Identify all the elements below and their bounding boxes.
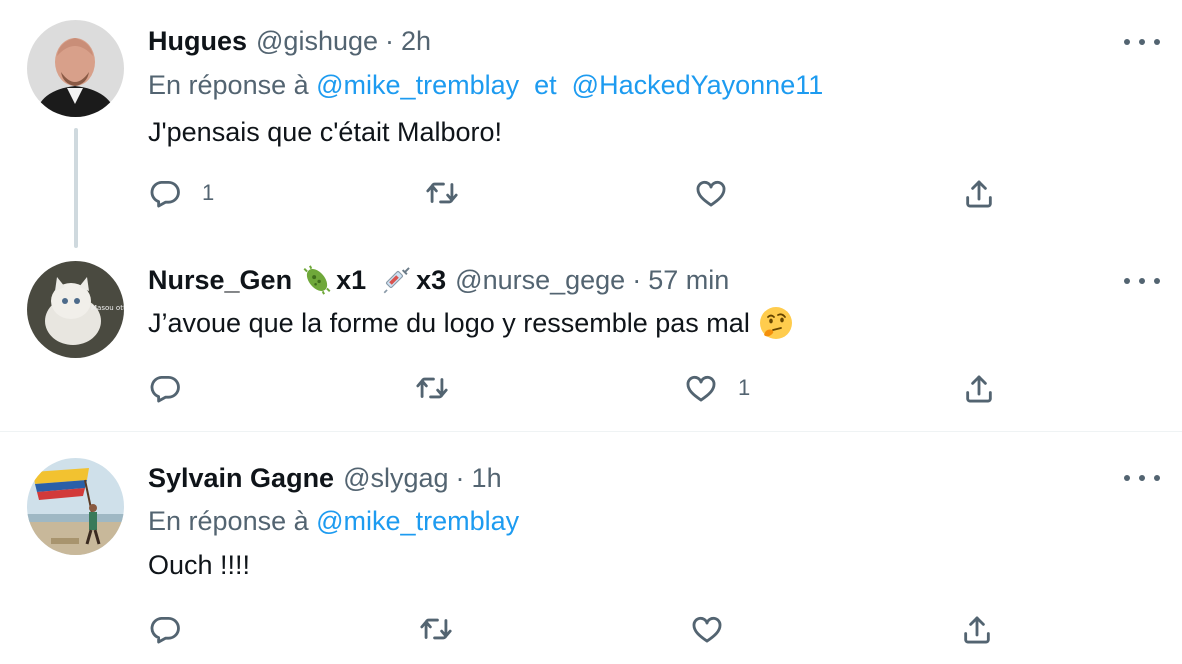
user-handle[interactable]: @gishuge <box>256 24 378 58</box>
syringe-icon <box>383 267 410 294</box>
mention-link[interactable]: @HackedYayonne11 <box>572 70 824 100</box>
more-options-button[interactable] <box>1124 468 1160 488</box>
retweet-icon <box>419 612 453 646</box>
microbe-badge: x1 <box>300 263 366 297</box>
reply-button[interactable] <box>148 612 182 646</box>
badge-label: x3 <box>416 265 447 295</box>
reply-joiner: et <box>534 70 557 100</box>
reply-context: En réponse à @mike_tremblay et @HackedYa… <box>148 68 823 102</box>
like-button[interactable] <box>690 612 724 646</box>
like-count: 1 <box>738 375 751 400</box>
share-icon <box>962 372 996 406</box>
tweet-header: Nurse_Gen x1 x3 @nurse_gege · 57 min <box>148 263 729 297</box>
more-icon <box>1124 278 1130 284</box>
tweet-text-content: Ouch !!!! <box>148 550 251 580</box>
like-button[interactable]: 1 <box>684 371 750 405</box>
thinking-face-icon <box>759 307 792 339</box>
retweet-button[interactable] <box>415 371 449 405</box>
heart-icon <box>684 371 718 405</box>
reply-prefix: En réponse à <box>148 70 309 100</box>
reply-prefix: En réponse à <box>148 506 309 536</box>
tweet-time[interactable]: 57 min <box>648 263 729 297</box>
reply-button[interactable] <box>148 371 182 405</box>
tweet-header: Hugues @gishuge · 2h <box>148 24 431 58</box>
tweet-time[interactable]: 1h <box>472 461 502 495</box>
syringe-badge: x3 <box>380 263 446 297</box>
tweet-text-content: J’avoue que la forme du logo y ressemble… <box>148 308 750 338</box>
share-icon <box>962 177 996 211</box>
reply-icon <box>148 371 182 405</box>
avatar-sylvain-gagne[interactable] <box>27 458 124 555</box>
separator-dot: · <box>385 26 395 56</box>
tweet-header: Sylvain Gagne @slygag · 1h <box>148 461 502 495</box>
user-handle[interactable]: @slygag <box>343 461 448 495</box>
tweet-text: J’avoue que la forme du logo y ressemble… <box>148 305 794 341</box>
thread-line <box>74 128 78 248</box>
separator-dot: · <box>455 463 465 493</box>
reply-button[interactable]: 1 <box>148 176 214 210</box>
tweet-3[interactable]: Sylvain Gagne @slygag · 1h En réponse à … <box>0 432 1182 664</box>
more-icon <box>1124 39 1130 45</box>
tweet-text: Ouch !!!! <box>148 547 250 583</box>
retweet-button[interactable] <box>419 612 453 646</box>
display-name[interactable]: Nurse_Gen <box>148 263 292 297</box>
like-button[interactable] <box>694 176 728 210</box>
share-icon <box>960 613 994 647</box>
share-button[interactable] <box>962 177 996 211</box>
reply-context: En réponse à @mike_tremblay <box>148 504 519 538</box>
more-options-button[interactable] <box>1124 32 1160 52</box>
tweet-2[interactable]: Masou ott Nurse_Gen x1 x3 @nurse_gege · … <box>0 255 1182 431</box>
avatar-hugues[interactable] <box>27 20 124 117</box>
heart-icon <box>690 612 724 646</box>
display-name[interactable]: Sylvain Gagne <box>148 461 334 495</box>
tweet-1[interactable]: Hugues @gishuge · 2h En réponse à @mike_… <box>0 0 1182 255</box>
reply-count: 1 <box>202 180 215 205</box>
user-handle[interactable]: @nurse_gege <box>455 263 625 297</box>
more-icon <box>1124 475 1130 481</box>
separator-dot: · <box>632 265 642 295</box>
avatar-nurse-gen[interactable]: Masou ott <box>27 261 124 358</box>
mention-link[interactable]: @mike_tremblay <box>316 70 519 100</box>
tweet-time[interactable]: 2h <box>401 24 431 58</box>
retweet-icon <box>415 371 449 405</box>
display-name[interactable]: Hugues <box>148 24 247 58</box>
share-button[interactable] <box>960 613 994 647</box>
microbe-icon <box>303 265 331 295</box>
retweet-button[interactable] <box>425 176 459 210</box>
tweet-text-content: J'pensais que c'était Malboro! <box>148 117 503 147</box>
reply-icon <box>148 176 182 210</box>
reply-icon <box>148 612 182 646</box>
more-options-button[interactable] <box>1124 271 1160 291</box>
retweet-icon <box>425 176 459 210</box>
heart-icon <box>694 176 728 210</box>
badge-label: x1 <box>336 265 367 295</box>
avatar-caption: Masou ott <box>91 304 124 312</box>
mention-link[interactable]: @mike_tremblay <box>316 506 519 536</box>
tweet-text: J'pensais que c'était Malboro! <box>148 114 502 150</box>
share-button[interactable] <box>962 372 996 406</box>
